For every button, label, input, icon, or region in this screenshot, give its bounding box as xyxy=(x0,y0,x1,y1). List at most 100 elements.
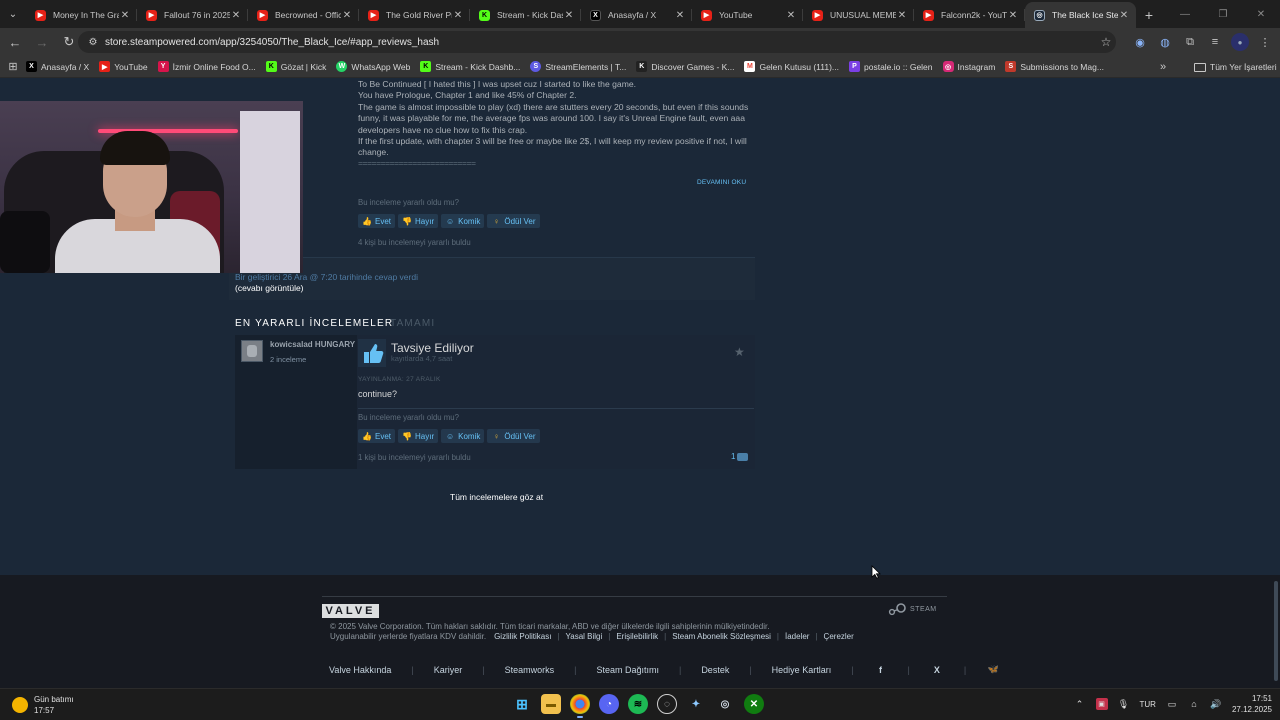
site-info-icon[interactable]: ⚙ xyxy=(86,37,100,48)
x-icon[interactable]: X xyxy=(930,665,944,675)
about-valve-link[interactable]: Valve Hakkında xyxy=(329,665,391,675)
close-icon[interactable]: ✕ xyxy=(452,10,464,21)
url-text[interactable]: store.steampowered.com/app/3254050/The_B… xyxy=(105,37,1096,48)
review-verdict[interactable]: Tavsiye Ediliyor xyxy=(391,341,474,355)
bookmark-item[interactable]: X Anasayfa / X xyxy=(26,61,89,72)
chevron-up-icon[interactable]: ⌃ xyxy=(1074,698,1086,710)
vote-yes-button[interactable]: 👍 Evet xyxy=(358,429,396,443)
back-icon[interactable]: ← xyxy=(3,30,27,54)
windows-start-icon[interactable]: ⊞ xyxy=(512,694,532,714)
facebook-icon[interactable]: f xyxy=(874,665,888,675)
close-icon[interactable]: ✕ xyxy=(785,10,797,21)
apps-grid-icon[interactable]: ⊞ xyxy=(0,60,26,73)
tab[interactable]: ▶ UNUSUAL MEMES✕ xyxy=(803,2,914,28)
steam-distribution-link[interactable]: Steam Dağıtımı xyxy=(596,665,659,675)
bookmark-item[interactable]: ▶ YouTube xyxy=(99,61,148,72)
award-button[interactable]: ♀ Ödül Ver xyxy=(487,214,540,228)
see-all-reviews-link[interactable]: TAMAMI xyxy=(390,318,435,329)
vote-yes-button[interactable]: 👍 Evet xyxy=(358,214,396,228)
support-link[interactable]: Destek xyxy=(701,665,729,675)
address-bar[interactable]: ⚙ store.steampowered.com/app/3254050/The… xyxy=(78,31,1116,53)
award-button[interactable]: ♀ Ödül Ver xyxy=(487,429,540,443)
cookies-link[interactable]: Çerezler xyxy=(824,632,854,641)
browse-all-reviews-link[interactable]: Tüm incelemelere göz at xyxy=(450,492,543,502)
weather-widget[interactable]: Gün batımı 17:57 xyxy=(12,694,74,716)
vote-funny-button[interactable]: ☺ Komik xyxy=(441,429,485,443)
display-icon[interactable]: ▭ xyxy=(1166,698,1178,710)
tab-active[interactable]: ◎ The Black Ice Stea ✕ xyxy=(1025,2,1136,28)
all-bookmarks-button[interactable]: Tüm Yer İşaretleri xyxy=(1194,56,1277,78)
tab[interactable]: ▶ Falconn2k - YouTu ✕ xyxy=(914,2,1025,28)
close-icon[interactable]: ✕ xyxy=(1118,10,1130,21)
tab[interactable]: ▶ Becrowned - Offic ✕ xyxy=(248,2,359,28)
minimize-icon[interactable]: — xyxy=(1166,0,1204,28)
chevron-double-right-icon[interactable]: » xyxy=(1160,56,1166,78)
refunds-link[interactable]: İadeler xyxy=(785,632,809,641)
gift-cards-link[interactable]: Hediye Kartları xyxy=(772,665,832,675)
close-icon[interactable]: ✕ xyxy=(1007,10,1019,21)
bookmark-item[interactable]: S StreamElements | T... xyxy=(530,61,626,72)
vote-funny-button[interactable]: ☺ Komik xyxy=(441,214,485,228)
profile-avatar[interactable]: ● xyxy=(1231,33,1249,51)
tab[interactable]: ▶ YouTube ✕ xyxy=(692,2,803,28)
new-tab-button[interactable]: + xyxy=(1136,2,1162,28)
tray-app-icon[interactable]: ▣ xyxy=(1095,698,1108,710)
forward-icon[interactable]: → xyxy=(30,30,54,54)
tab[interactable]: ▶ Fallout 76 in 2025 ✕ xyxy=(137,2,248,28)
chrome-icon[interactable] xyxy=(570,694,590,718)
tab[interactable]: ▶ Money In The Gra ✕ xyxy=(26,2,137,28)
steamworks-link[interactable]: Steamworks xyxy=(505,665,555,675)
obs-icon[interactable]: ◌ xyxy=(657,694,677,714)
microphone-icon[interactable]: 🎙 xyxy=(1118,698,1130,710)
cast-icon[interactable]: ◉ xyxy=(1131,33,1149,51)
bookmark-item[interactable]: K Gözat | Kick xyxy=(265,61,326,72)
close-icon[interactable]: ✕ xyxy=(119,10,131,21)
close-icon[interactable]: ✕ xyxy=(230,10,242,21)
subscriber-agreement-link[interactable]: Steam Abonelik Sözleşmesi xyxy=(672,632,771,641)
bookmark-star-icon[interactable]: ☆ xyxy=(1096,35,1116,49)
valve-logo[interactable]: VALVE xyxy=(322,604,379,618)
close-icon[interactable]: ✕ xyxy=(896,10,908,21)
steam-icon[interactable]: ◎ xyxy=(715,694,735,714)
bookmark-item[interactable]: ◎ Instagram xyxy=(942,61,995,72)
steam-logo[interactable]: STEAM xyxy=(887,600,937,618)
bookmark-item[interactable]: S Submissions to Mag... xyxy=(1005,61,1104,72)
page-scrollbar[interactable] xyxy=(1274,79,1278,688)
bookmark-item[interactable]: M Gelen Kutusu (111)... xyxy=(744,61,839,72)
read-more-link[interactable]: DEVAMINI OKU xyxy=(697,179,746,186)
author-review-count[interactable]: 2 inceleme xyxy=(270,355,306,364)
tab[interactable]: K Stream - Kick Das ✕ xyxy=(470,2,581,28)
bookmark-item[interactable]: Ppostale.io :: Gelen xyxy=(849,61,933,72)
review-author[interactable]: kowicsalad HUNGARY xyxy=(270,340,355,349)
xbox-icon[interactable]: ✕ xyxy=(744,694,764,714)
clock[interactable]: 17:51 27.12.2025 xyxy=(1232,693,1272,715)
discord-icon[interactable]: ◔ xyxy=(599,694,619,714)
language-indicator[interactable]: TUR xyxy=(1140,700,1156,709)
comment-count-button[interactable]: 1 xyxy=(731,452,749,461)
extensions-puzzle-icon[interactable]: ⧉ xyxy=(1181,33,1199,51)
tab-search-chevron-icon[interactable]: ⌄ xyxy=(0,0,26,28)
show-reply-link[interactable]: (cevabı görüntüle) xyxy=(235,283,304,293)
privacy-policy-link[interactable]: Gizlilik Politikası xyxy=(494,632,551,641)
scrollbar-thumb[interactable] xyxy=(1274,581,1278,681)
tab[interactable]: ▶ The Gold River Pr ✕ xyxy=(359,2,470,28)
close-icon[interactable]: ✕ xyxy=(563,10,575,21)
extension-icon[interactable]: ◍ xyxy=(1156,33,1174,51)
file-explorer-icon[interactable]: ▬ xyxy=(541,694,561,714)
jobs-link[interactable]: Kariyer xyxy=(434,665,463,675)
avatar[interactable] xyxy=(241,340,263,362)
menu-dots-icon[interactable]: ⋮ xyxy=(1256,33,1274,51)
accessibility-link[interactable]: Erişilebilirlik xyxy=(616,632,658,641)
volume-icon[interactable]: 🔊 xyxy=(1210,698,1222,710)
tab[interactable]: X Anasayfa / X ✕ xyxy=(581,2,692,28)
vote-no-button[interactable]: 👎 Hayır xyxy=(398,429,439,443)
restore-icon[interactable]: ❐ xyxy=(1204,0,1242,28)
legal-link[interactable]: Yasal Bilgi xyxy=(566,632,603,641)
bluesky-icon[interactable]: 🦋 xyxy=(986,664,1000,675)
award-star-icon[interactable]: ★ xyxy=(734,345,745,359)
media-controls-icon[interactable]: ≡ xyxy=(1206,33,1224,51)
vote-no-button[interactable]: 👎 Hayır xyxy=(398,214,439,228)
network-app-icon[interactable]: ✦ xyxy=(686,694,706,714)
close-window-icon[interactable]: ✕ xyxy=(1242,0,1280,28)
spotify-icon[interactable]: ≋ xyxy=(628,694,648,714)
